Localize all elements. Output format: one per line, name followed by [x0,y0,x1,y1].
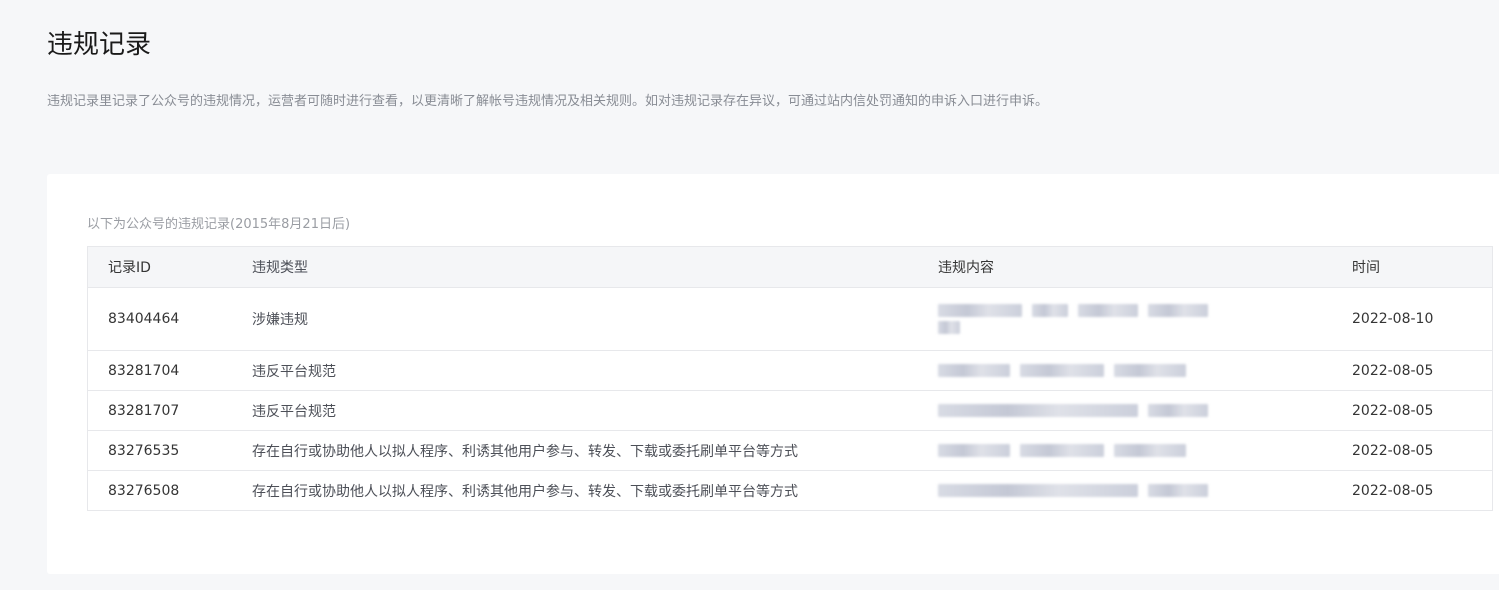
records-card: 以下为公众号的违规记录(2015年8月21日后) 记录ID 违规类型 违规内容 … [47,174,1499,574]
blurred-content [938,364,1218,377]
record-content-blurred [938,470,1352,511]
column-header-time: 时间 [1352,246,1493,288]
table-row: 83404464 涉嫌违规 2022-08-10 [87,287,1493,351]
record-time: 2022-08-05 [1352,470,1493,511]
record-content-blurred [938,390,1352,431]
table-row: 83281707 违反平台规范 2022-08-05 [87,390,1493,431]
record-type: 存在自行或协助他人以拟人程序、利诱其他用户参与、转发、下载或委托刷单平台等方式 [252,470,938,511]
blurred-content [938,404,1218,417]
violation-records-table: 记录ID 违规类型 违规内容 时间 83404464 涉嫌违规 2022-08-… [87,246,1493,511]
table-header-row: 记录ID 违规类型 违规内容 时间 [87,246,1493,288]
blurred-content [938,444,1218,457]
record-time: 2022-08-10 [1352,287,1493,351]
record-content-blurred [938,287,1352,351]
records-caption: 以下为公众号的违规记录(2015年8月21日后) [87,217,351,232]
record-type: 涉嫌违规 [252,287,938,351]
record-content-blurred [938,350,1352,391]
record-type: 违反平台规范 [252,390,938,431]
blurred-content [938,484,1218,497]
record-id: 83281704 [87,350,252,391]
page-description: 违规记录里记录了公众号的违规情况，运营者可随时进行查看，以更清晰了解帐号违规情况… [47,94,1049,109]
table-row: 83276508 存在自行或协助他人以拟人程序、利诱其他用户参与、转发、下载或委… [87,470,1493,511]
page-title: 违规记录 [47,30,152,60]
column-header-type: 违规类型 [252,246,938,288]
record-time: 2022-08-05 [1352,430,1493,471]
table-row: 83281704 违反平台规范 2022-08-05 [87,350,1493,391]
blurred-content [938,304,1218,334]
table-row: 83276535 存在自行或协助他人以拟人程序、利诱其他用户参与、转发、下载或委… [87,430,1493,471]
record-time: 2022-08-05 [1352,390,1493,431]
record-type: 违反平台规范 [252,350,938,391]
column-header-content: 违规内容 [938,246,1352,288]
record-type: 存在自行或协助他人以拟人程序、利诱其他用户参与、转发、下载或委托刷单平台等方式 [252,430,938,471]
column-header-id: 记录ID [87,246,252,288]
record-time: 2022-08-05 [1352,350,1493,391]
record-id: 83276535 [87,430,252,471]
record-id: 83276508 [87,470,252,511]
record-id: 83281707 [87,390,252,431]
record-content-blurred [938,430,1352,471]
record-id: 83404464 [87,287,252,351]
